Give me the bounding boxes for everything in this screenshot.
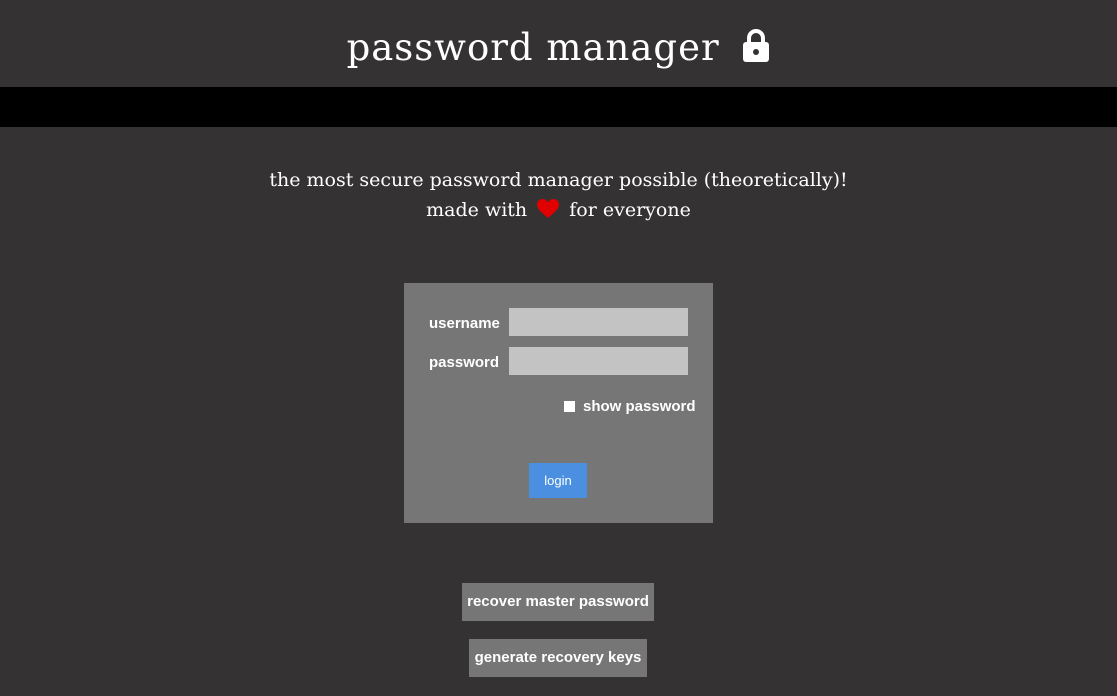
show-password-label: show password <box>583 397 696 415</box>
username-input[interactable] <box>509 308 688 336</box>
login-panel: username password show password login <box>404 283 713 523</box>
show-password-toggle[interactable]: show password <box>564 397 696 415</box>
password-label: password <box>429 354 500 371</box>
show-password-checkbox[interactable] <box>564 400 575 412</box>
tagline-line-2: made with for everyone <box>0 195 1117 228</box>
lock-icon <box>742 26 770 74</box>
generate-recovery-keys-button[interactable]: generate recovery keys <box>469 639 647 677</box>
heart-icon <box>537 198 560 228</box>
tagline-line-1: the most secure password manager possibl… <box>269 169 848 191</box>
page-title-text: password manager <box>346 26 720 69</box>
tagline-made-with: made with <box>426 199 528 221</box>
password-input[interactable] <box>509 347 688 375</box>
username-label: username <box>429 315 500 332</box>
recover-master-password-button[interactable]: recover master password <box>462 583 654 621</box>
page-title: password manager <box>0 24 1117 74</box>
header: password manager <box>0 0 1117 87</box>
nav-bar <box>0 87 1117 127</box>
login-button[interactable]: login <box>529 463 587 498</box>
tagline-for-everyone: for everyone <box>569 199 691 221</box>
